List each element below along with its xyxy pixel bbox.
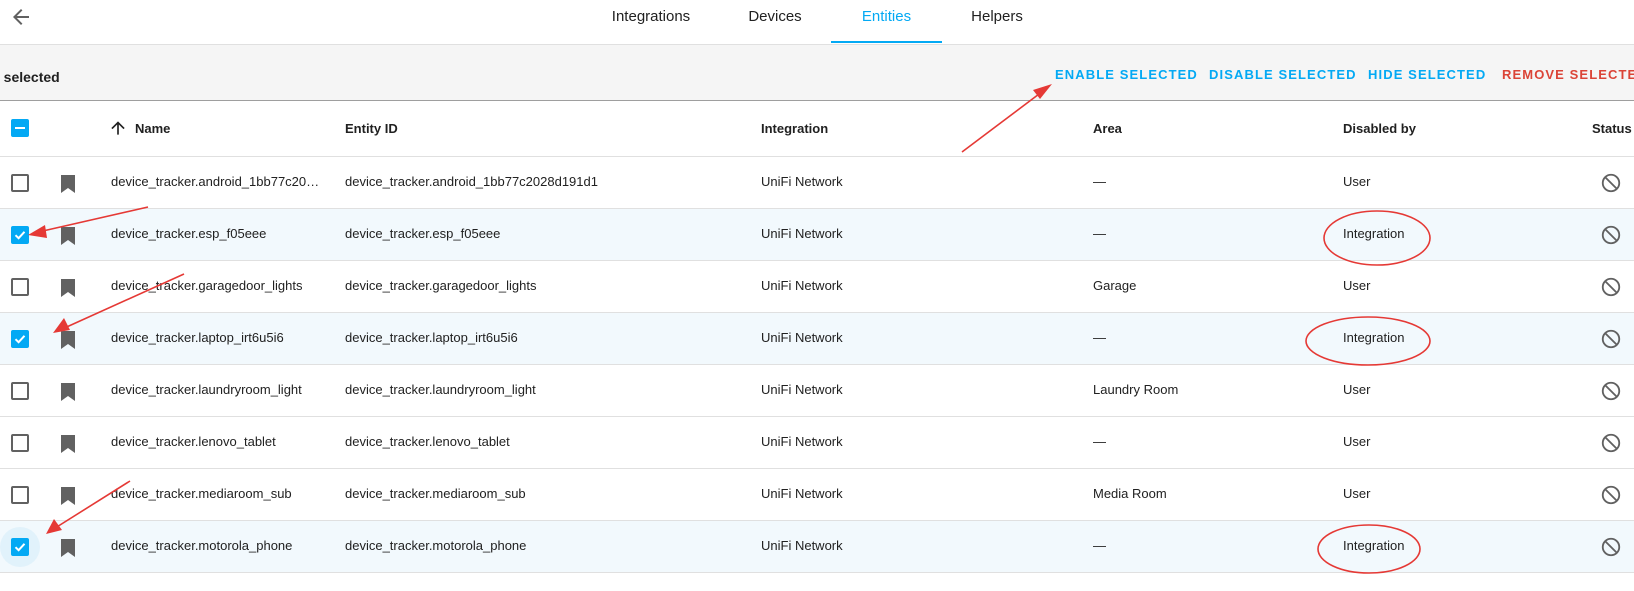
checkmark-icon: [14, 335, 26, 344]
column-header-integration[interactable]: Integration: [761, 121, 828, 136]
entity-id-cell: device_tracker.esp_f05eee: [345, 226, 501, 241]
bookmark-icon: [61, 487, 75, 505]
selection-toolbar: 3 selected ENABLE SELECTED DISABLE SELEC…: [0, 45, 1634, 101]
area-cell: —: [1093, 434, 1106, 449]
table-row[interactable]: device_tracker.laptop_irt6u5i6 device_tra…: [0, 313, 1634, 365]
disabled-status-icon: [1601, 225, 1621, 245]
area-cell: —: [1093, 330, 1106, 345]
entity-id-cell: device_tracker.laptop_irt6u5i6: [345, 330, 518, 345]
tab-entities[interactable]: Entities: [831, 0, 942, 44]
bookmark-icon: [61, 435, 75, 453]
table-row[interactable]: device_tracker.garagedoor_lights device_t…: [0, 261, 1634, 313]
disabled-by-cell: Integration: [1343, 226, 1405, 241]
active-tab-indicator: [831, 41, 942, 43]
tab-integrations[interactable]: Integrations: [601, 0, 701, 44]
integration-cell: UniFi Network: [761, 538, 843, 553]
bookmark-icon: [61, 227, 75, 245]
area-cell: —: [1093, 226, 1106, 241]
disabled-by-cell: Integration: [1343, 538, 1405, 553]
area-cell: —: [1093, 538, 1106, 553]
disabled-by-cell: User: [1343, 486, 1371, 501]
bookmark-icon: [61, 383, 75, 401]
column-header-status[interactable]: Status: [1592, 121, 1632, 136]
entity-id-cell: device_tracker.mediaroom_sub: [345, 486, 526, 501]
table-row[interactable]: device_tracker.esp_f05eee device_tracker.…: [0, 209, 1634, 261]
integration-cell: UniFi Network: [761, 382, 843, 397]
row-checkbox[interactable]: [11, 538, 29, 556]
row-checkbox[interactable]: [11, 330, 29, 348]
selected-count: 3 selected: [0, 69, 60, 85]
integration-cell: UniFi Network: [761, 330, 843, 345]
column-header-area[interactable]: Area: [1093, 121, 1122, 136]
entity-name-cell: device_tracker.mediaroom_sub: [111, 486, 292, 501]
entity-id-cell: device_tracker.android_1bb77c2028d191d1: [345, 174, 598, 189]
table-row[interactable]: device_tracker.lenovo_tablet device_track…: [0, 417, 1634, 469]
disabled-status-icon: [1601, 277, 1621, 297]
checkmark-icon: [14, 543, 26, 552]
row-checkbox[interactable]: [11, 486, 29, 504]
row-checkbox[interactable]: [11, 226, 29, 244]
disabled-status-icon: [1601, 381, 1621, 401]
column-header-name[interactable]: Name: [135, 121, 170, 136]
disabled-by-cell: User: [1343, 382, 1371, 397]
entity-id-cell: device_tracker.lenovo_tablet: [345, 434, 510, 449]
entity-name-cell: device_tracker.garagedoor_lights: [111, 278, 303, 293]
column-header-disabled-by[interactable]: Disabled by: [1343, 121, 1416, 136]
integration-cell: UniFi Network: [761, 278, 843, 293]
hide-selected-button[interactable]: HIDE SELECTED: [1368, 67, 1486, 82]
select-all-checkbox[interactable]: [11, 119, 29, 137]
back-arrow-icon[interactable]: [9, 5, 33, 29]
disabled-status-icon: [1601, 433, 1621, 453]
area-cell: —: [1093, 174, 1106, 189]
integration-cell: UniFi Network: [761, 226, 843, 241]
tab-devices[interactable]: Devices: [735, 0, 815, 44]
table-row[interactable]: device_tracker.android_1bb77c20… device_t…: [0, 157, 1634, 209]
disabled-by-cell: User: [1343, 434, 1371, 449]
table-row[interactable]: device_tracker.mediaroom_sub device_track…: [0, 469, 1634, 521]
remove-selected-button[interactable]: REMOVE SELECTED: [1502, 67, 1634, 82]
row-checkbox[interactable]: [11, 434, 29, 452]
entity-name-cell: device_tracker.laundryroom_light: [111, 382, 302, 397]
bookmark-icon: [61, 539, 75, 557]
sort-ascending-icon[interactable]: [108, 118, 128, 138]
row-checkbox[interactable]: [11, 382, 29, 400]
entity-name-cell: device_tracker.esp_f05eee: [111, 226, 267, 241]
table-row[interactable]: device_tracker.motorola_phone device_trac…: [0, 521, 1634, 573]
disabled-by-cell: Integration: [1343, 330, 1405, 345]
entity-name-cell: device_tracker.android_1bb77c20…: [111, 174, 320, 189]
area-cell: Laundry Room: [1093, 382, 1179, 397]
integration-cell: UniFi Network: [761, 174, 843, 189]
bookmark-icon: [61, 279, 75, 297]
row-checkbox[interactable]: [11, 174, 29, 192]
bookmark-icon: [61, 331, 75, 349]
entity-name-cell: device_tracker.lenovo_tablet: [111, 434, 276, 449]
table-row[interactable]: device_tracker.laundryroom_light device_t…: [0, 365, 1634, 417]
area-cell: Media Room: [1093, 486, 1167, 501]
integration-cell: UniFi Network: [761, 486, 843, 501]
checkmark-icon: [14, 231, 26, 240]
top-toolbar: Integrations Devices Entities Helpers: [0, 0, 1634, 45]
entity-id-cell: device_tracker.motorola_phone: [345, 538, 527, 553]
entity-name-cell: device_tracker.motorola_phone: [111, 538, 293, 553]
disabled-status-icon: [1601, 485, 1621, 505]
entity-id-cell: device_tracker.garagedoor_lights: [345, 278, 537, 293]
area-cell: Garage: [1093, 278, 1137, 293]
enable-selected-button[interactable]: ENABLE SELECTED: [1055, 67, 1198, 82]
disabled-by-cell: User: [1343, 278, 1371, 293]
tab-helpers[interactable]: Helpers: [962, 0, 1032, 44]
row-checkbox[interactable]: [11, 278, 29, 296]
disabled-status-icon: [1601, 537, 1621, 557]
disable-selected-button[interactable]: DISABLE SELECTED: [1209, 67, 1357, 82]
disabled-by-cell: User: [1343, 174, 1371, 189]
table-header: Name Entity ID Integration Area Disabled…: [0, 101, 1634, 157]
bookmark-icon: [61, 175, 75, 193]
column-header-entity-id[interactable]: Entity ID: [345, 121, 398, 136]
integration-cell: UniFi Network: [761, 434, 843, 449]
entity-name-cell: device_tracker.laptop_irt6u5i6: [111, 330, 284, 345]
disabled-status-icon: [1601, 173, 1621, 193]
entity-id-cell: device_tracker.laundryroom_light: [345, 382, 536, 397]
indeterminate-icon: [15, 127, 25, 129]
disabled-status-icon: [1601, 329, 1621, 349]
